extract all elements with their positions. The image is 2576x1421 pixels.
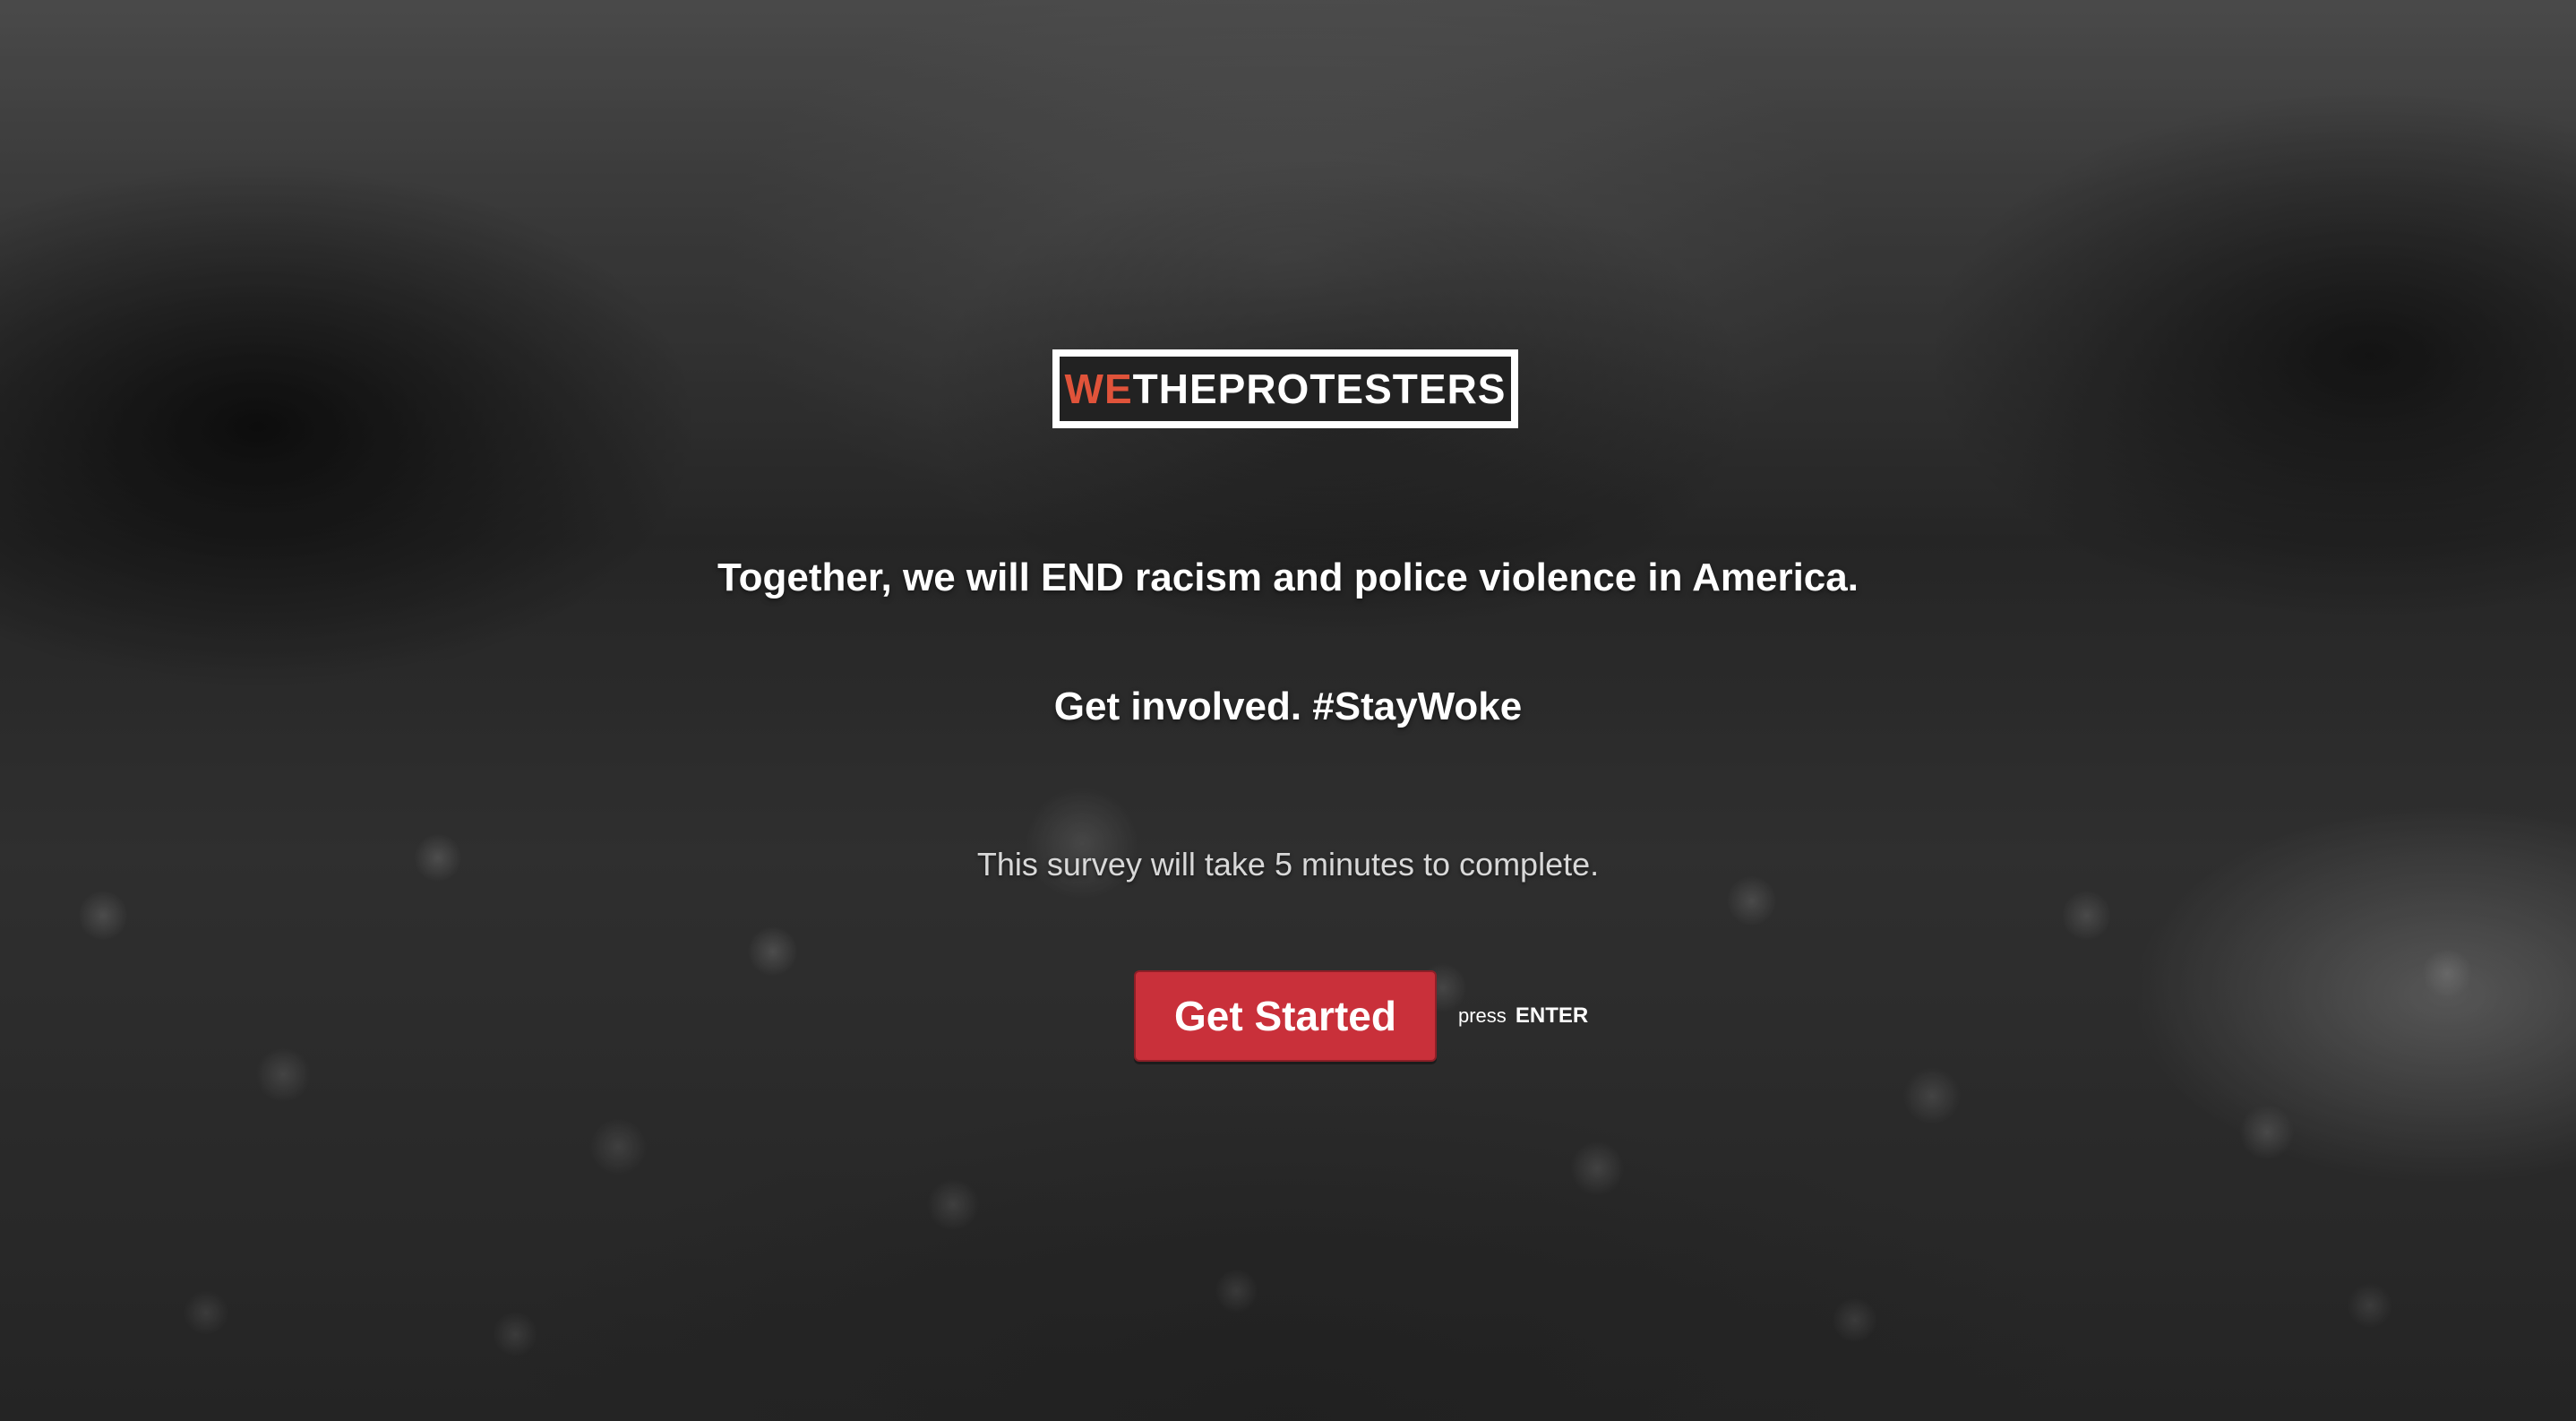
keyboard-hint-key: ENTER <box>1515 1003 1589 1028</box>
keyboard-hint: press ENTER <box>1458 1003 1588 1029</box>
welcome-screen: WE THEPROTESTERS Together, we will END ra… <box>0 0 2576 1421</box>
logo-protesters-text: THEPROTESTERS <box>1132 366 1507 412</box>
get-started-button[interactable]: Get Started <box>1134 970 1437 1062</box>
keyboard-hint-prefix: press <box>1458 1004 1507 1027</box>
welcome-subhead: Get involved. #StayWoke <box>1053 685 1523 728</box>
cta-row: Get Started press ENTER <box>1134 970 1588 1062</box>
welcome-headline: Together, we will END racism and police … <box>717 555 1859 599</box>
logo-we-text: WE <box>1064 366 1133 412</box>
survey-duration-note: This survey will take 5 minutes to compl… <box>976 846 1600 883</box>
brand-logo: WE THEPROTESTERS <box>1052 349 1518 428</box>
